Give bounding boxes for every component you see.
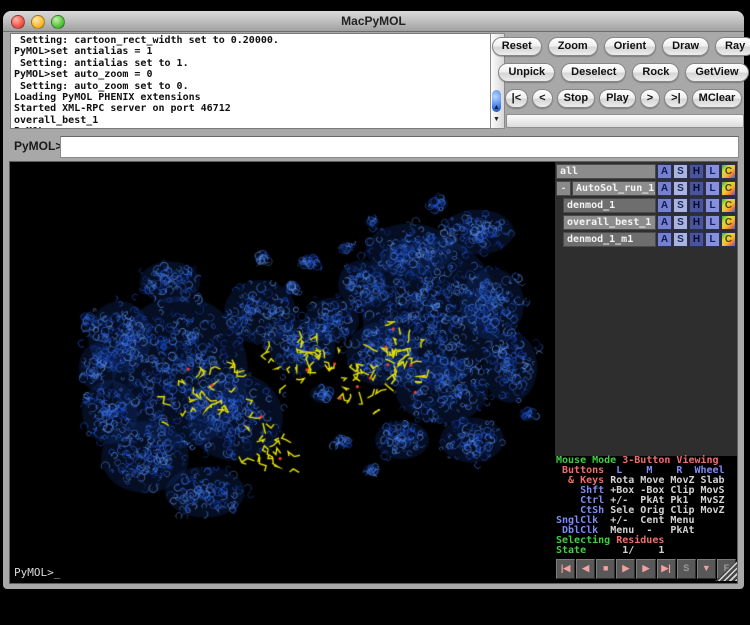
object-h-menu-button[interactable]: H	[689, 232, 704, 247]
window-title: MacPyMOL	[3, 14, 744, 28]
object-h-menu-button[interactable]: H	[689, 198, 704, 213]
draw-button[interactable]: Draw	[662, 37, 709, 56]
object-c-menu-button[interactable]: C	[721, 181, 736, 196]
prompt-label: PyMOL>	[14, 139, 62, 153]
object-name[interactable]: all	[556, 164, 656, 179]
object-row-AutoSol_run_1_[interactable]: -AutoSol_run_1_ASHLC	[556, 181, 736, 196]
toolbar-row-3: |<< StopPlay>>|MClear	[504, 89, 743, 108]
object-c-menu-button[interactable]: C	[721, 232, 736, 247]
movie-end-button[interactable]: >|	[664, 89, 688, 108]
object-l-menu-button[interactable]: L	[705, 232, 720, 247]
object-s-menu-button[interactable]: S	[673, 198, 688, 213]
object-c-menu-button[interactable]: C	[721, 198, 736, 213]
object-a-menu-button[interactable]: A	[657, 198, 672, 213]
vcr-s-button[interactable]: S	[677, 559, 696, 579]
object-name[interactable]: AutoSol_run_1_	[572, 181, 656, 196]
play-button[interactable]: Play	[599, 89, 636, 108]
object-l-menu-button[interactable]: L	[705, 181, 720, 196]
zoom-button[interactable]: Zoom	[548, 37, 598, 56]
3d-viewport[interactable]: PyMOL>_ allASHLC-AutoSol_run_1_ASHLCdenm…	[10, 162, 737, 583]
viewport-prompt: PyMOL>_	[14, 566, 60, 579]
reset-button[interactable]: Reset	[492, 37, 542, 56]
object-s-menu-button[interactable]: S	[673, 232, 688, 247]
object-list: allASHLC-AutoSol_run_1_ASHLCdenmod_1ASHL…	[555, 164, 737, 247]
object-panel: allASHLC-AutoSol_run_1_ASHLCdenmod_1ASHL…	[555, 162, 737, 456]
object-h-menu-button[interactable]: H	[689, 164, 704, 179]
object-h-menu-button[interactable]: H	[689, 215, 704, 230]
vcr-play-button[interactable]: ▶	[616, 559, 635, 579]
object-l-menu-button[interactable]: L	[705, 215, 720, 230]
vcr-stop-button[interactable]: ■	[596, 559, 615, 579]
toolbar-row-2: UnpickDeselectRockGetView	[504, 63, 743, 82]
vcr-rewind-button[interactable]: |◀	[556, 559, 575, 579]
object-row-overall_best_1[interactable]: overall_best_1ASHLC	[563, 215, 736, 230]
group-collapse-toggle[interactable]: -	[556, 181, 571, 196]
object-row-denmod_1_m1[interactable]: denmod_1_m1ASHLC	[563, 232, 736, 247]
title-bar[interactable]: MacPyMOL	[3, 11, 744, 32]
stop-button[interactable]: Stop	[557, 89, 595, 108]
object-name[interactable]: denmod_1	[563, 198, 656, 213]
object-s-menu-button[interactable]: S	[673, 181, 688, 196]
scroll-down-icon[interactable]: ▼	[491, 114, 502, 125]
object-c-menu-button[interactable]: C	[721, 215, 736, 230]
object-l-menu-button[interactable]: L	[705, 164, 720, 179]
vcr-down-button[interactable]: ▼	[697, 559, 716, 579]
orient-button[interactable]: Orient	[604, 37, 656, 56]
object-name[interactable]: overall_best_1	[563, 215, 656, 230]
rock-button[interactable]: Rock	[632, 63, 679, 82]
object-a-menu-button[interactable]: A	[657, 215, 672, 230]
macpymol-window: MacPyMOL Setting: cartoon_rect_width set…	[3, 11, 744, 589]
viewport-canvas[interactable]	[10, 162, 555, 583]
getview-button[interactable]: GetView	[685, 63, 748, 82]
console-text: Setting: cartoon_rect_width set to 0.200…	[14, 35, 490, 129]
deselect-button[interactable]: Deselect	[561, 63, 626, 82]
console-log[interactable]: Setting: cartoon_rect_width set to 0.200…	[10, 33, 491, 129]
object-c-menu-button[interactable]: C	[721, 164, 736, 179]
mclear-button[interactable]: MClear	[692, 89, 743, 108]
object-s-menu-button[interactable]: S	[673, 164, 688, 179]
object-row-all[interactable]: allASHLC	[556, 164, 736, 179]
sidebar: allASHLC-AutoSol_run_1_ASHLCdenmod_1ASHL…	[555, 162, 737, 583]
vcr-forward-button[interactable]: ▶	[636, 559, 655, 579]
scroll-up-icon[interactable]: ▲	[491, 102, 502, 113]
vcr-back-button[interactable]: ◀	[576, 559, 595, 579]
movie-progress-bar[interactable]	[506, 114, 744, 128]
movie-back-button[interactable]: <	[532, 89, 552, 108]
command-input[interactable]	[60, 136, 739, 158]
object-s-menu-button[interactable]: S	[673, 215, 688, 230]
object-a-menu-button[interactable]: A	[657, 181, 672, 196]
object-row-denmod_1[interactable]: denmod_1ASHLC	[563, 198, 736, 213]
toolbar-row-1: ResetZoomOrientDrawRay	[504, 37, 743, 56]
ray-button[interactable]: Ray	[715, 37, 750, 56]
movie-forward-button[interactable]: >	[640, 89, 660, 108]
object-h-menu-button[interactable]: H	[689, 181, 704, 196]
vcr-end-button[interactable]: ▶|	[657, 559, 676, 579]
mouse-mode-panel: Mouse Mode 3-Button Viewing Buttons L M …	[556, 456, 737, 556]
vcr-controls: |◀◀■▶▶▶|S▼F	[556, 559, 736, 579]
object-a-menu-button[interactable]: A	[657, 232, 672, 247]
movie-rewind-button[interactable]: |<	[505, 89, 529, 108]
mouse-panel-line: State 1/ 1	[556, 546, 737, 556]
object-a-menu-button[interactable]: A	[657, 164, 672, 179]
object-l-menu-button[interactable]: L	[705, 198, 720, 213]
object-name[interactable]: denmod_1_m1	[563, 232, 656, 247]
unpick-button[interactable]: Unpick	[498, 63, 555, 82]
